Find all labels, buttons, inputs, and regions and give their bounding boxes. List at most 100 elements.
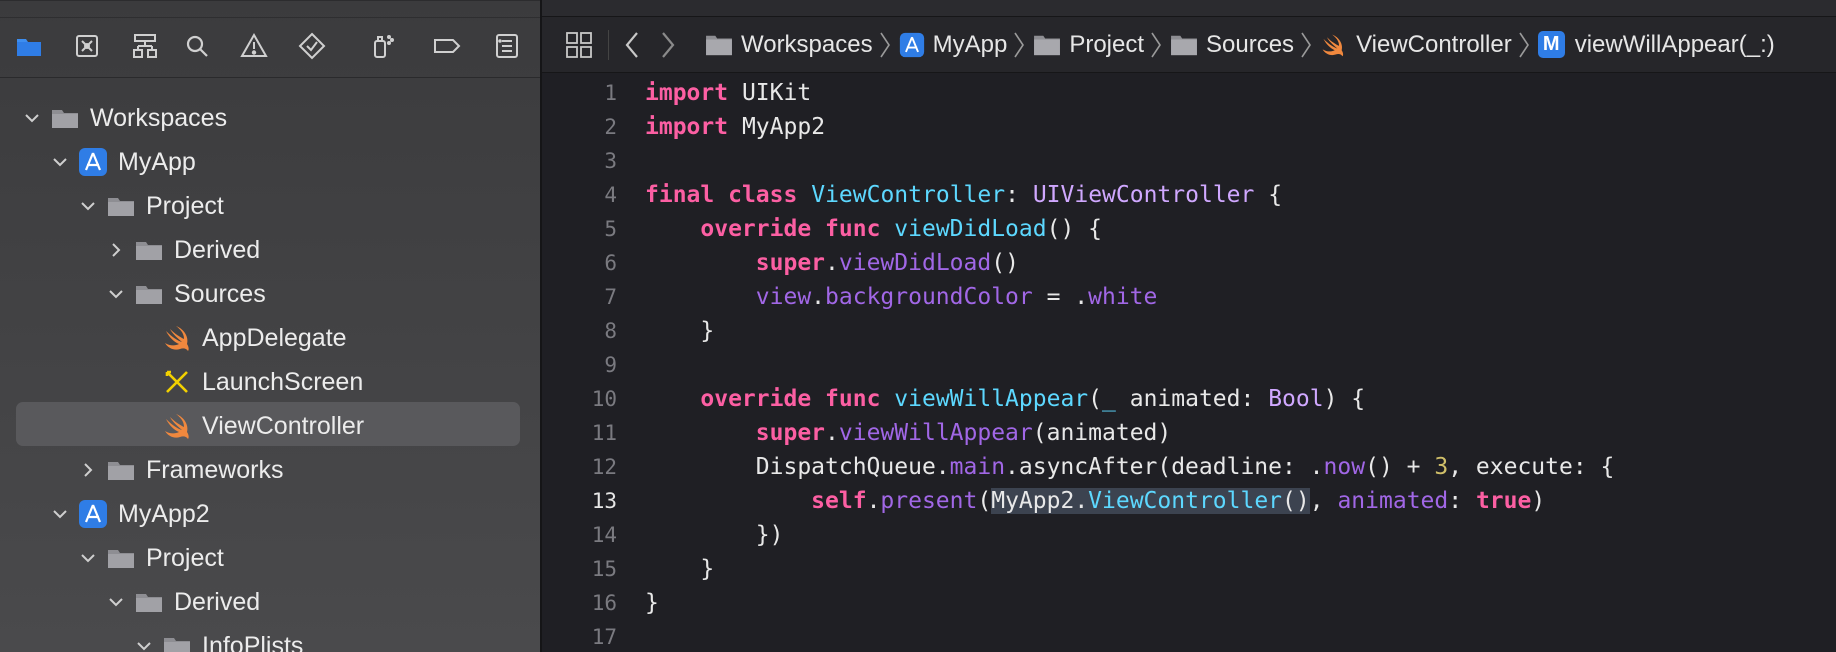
breakpoint-icon[interactable] — [430, 29, 464, 63]
report-icon[interactable] — [490, 29, 524, 63]
code-token: () — [991, 250, 1019, 276]
tree-item-workspaces[interactable]: Workspaces — [22, 96, 227, 140]
code-line: 17 — [542, 620, 1836, 652]
folder-icon — [106, 543, 136, 573]
code-line: 16 } — [542, 586, 1836, 620]
tree-item-label: Derived — [174, 587, 261, 616]
tree-item-myapp2[interactable]: MyApp2 — [50, 492, 210, 536]
tree-item-myapp[interactable]: MyApp — [50, 140, 196, 184]
crumb-label: Sources — [1206, 30, 1295, 58]
code-token: viewDidLoad — [838, 250, 992, 276]
tree-item-launchscreen[interactable]: LaunchScreen — [162, 360, 363, 404]
chevron-right-icon[interactable] — [78, 460, 98, 480]
code-token: . — [825, 250, 839, 276]
tree-item-viewcontroller[interactable]: ViewController — [162, 404, 364, 448]
tree-item-project[interactable]: Project — [78, 184, 224, 228]
xcode-window: Workspaces MyApp Project Derived Sources… — [0, 0, 1836, 652]
back-button[interactable] — [623, 30, 641, 60]
code-token: () { — [1046, 216, 1102, 242]
search-icon[interactable] — [180, 29, 214, 63]
code-line: 1 import UIKit — [542, 76, 1836, 110]
navigator-toolbar — [0, 0, 540, 78]
code-token: } — [645, 590, 659, 616]
crumb-workspaces[interactable]: Workspaces — [705, 31, 873, 59]
tree-item-label: InfoPlists — [202, 631, 304, 652]
hierarchy-icon[interactable] — [128, 29, 162, 63]
crumb-separator — [1516, 30, 1532, 60]
debug-icon[interactable] — [365, 29, 399, 63]
method-badge-icon: M — [1537, 31, 1565, 58]
folder-icon[interactable] — [12, 29, 46, 63]
chevron-down-icon[interactable] — [78, 548, 98, 568]
chevron-down-icon[interactable] — [78, 196, 98, 216]
code-token: final — [645, 182, 715, 208]
line-number: 11 — [591, 421, 617, 445]
line-number: 1 — [604, 81, 617, 105]
line-number: 2 — [604, 115, 617, 139]
chevron-down-icon[interactable] — [106, 592, 126, 612]
code-token: : — [1448, 488, 1476, 514]
line-number: 14 — [591, 523, 617, 547]
code-token: viewWillAppear — [838, 420, 1033, 446]
code-token: . — [1074, 488, 1089, 514]
code-token: UIViewController — [1032, 182, 1255, 208]
chevron-down-icon[interactable] — [106, 284, 126, 304]
code-line: 10 override func viewWillAppear(_ animat… — [542, 382, 1836, 416]
tree-item-label: Derived — [174, 235, 261, 264]
tree-item-frameworks[interactable]: Frameworks — [78, 448, 284, 492]
code-line: 6 super.viewDidLoad() — [542, 246, 1836, 280]
tree-item-project-2[interactable]: Project — [78, 536, 224, 580]
forward-button[interactable] — [659, 30, 677, 60]
crumb-myapp[interactable]: MyApp — [899, 31, 1007, 59]
chevron-down-icon[interactable] — [134, 636, 154, 652]
code-token: { — [1254, 182, 1283, 208]
chevron-right-icon[interactable] — [106, 240, 126, 260]
code-area[interactable]: 1 import UIKit 2 import MyApp2 3 4 final… — [542, 72, 1836, 652]
code-token: self — [811, 488, 867, 514]
chevron-down-icon[interactable] — [22, 108, 42, 128]
crumb-method[interactable]: M viewWillAppear(_:) — [1537, 31, 1775, 59]
tree-item-label: Frameworks — [146, 455, 284, 484]
code-token: = . — [1032, 284, 1089, 310]
tree-item-label: Workspaces — [90, 103, 228, 132]
tree-item-derived-2[interactable]: Derived — [106, 580, 260, 624]
code-token: () + — [1365, 454, 1435, 480]
code-line: 4 final class ViewController: UIViewCont… — [542, 178, 1836, 212]
tree-item-label: LaunchScreen — [202, 367, 364, 396]
tree-item-appdelegate[interactable]: AppDelegate — [162, 316, 347, 360]
code-token: MyApp2 — [991, 488, 1075, 514]
app-icon — [899, 32, 924, 57]
tree-item-infoplists[interactable]: InfoPlists — [134, 624, 303, 652]
chevron-down-icon[interactable] — [50, 504, 70, 524]
code-line: 3 — [542, 144, 1836, 178]
code-token: super — [755, 250, 826, 276]
crumb-viewcontroller[interactable]: ViewController — [1320, 31, 1512, 59]
code-token: override — [700, 216, 812, 242]
code-token: . — [811, 284, 826, 310]
test-icon[interactable] — [295, 29, 329, 63]
code-token: : — [1005, 182, 1019, 208]
source-control-icon[interactable] — [70, 29, 104, 63]
code-token: animated: — [1115, 386, 1269, 412]
crumb-project[interactable]: Project — [1033, 31, 1144, 59]
tree-item-sources[interactable]: Sources — [106, 272, 266, 316]
crumb-sources[interactable]: Sources — [1170, 31, 1294, 59]
code-line: 7 view.backgroundColor = .white — [542, 280, 1836, 314]
related-items-button[interactable] — [564, 30, 594, 60]
swift-icon — [162, 411, 192, 441]
selected-text[interactable]: MyApp2.ViewController() — [991, 488, 1310, 514]
tree-item-derived[interactable]: Derived — [106, 228, 260, 272]
line-number: 3 — [604, 149, 617, 173]
code-token: UIKit — [741, 80, 812, 106]
code-token: , execute: { — [1448, 454, 1615, 480]
code-token: ) { — [1323, 386, 1366, 412]
app-icon — [78, 147, 108, 177]
code-token: import — [645, 80, 729, 106]
code-token: . — [866, 488, 881, 514]
chevron-down-icon[interactable] — [50, 152, 70, 172]
code-token: func — [825, 216, 881, 242]
code-line: 14 }) — [542, 518, 1836, 552]
warning-icon[interactable] — [237, 29, 271, 63]
code-token: ( — [977, 488, 992, 514]
code-token: ( — [1088, 386, 1103, 412]
